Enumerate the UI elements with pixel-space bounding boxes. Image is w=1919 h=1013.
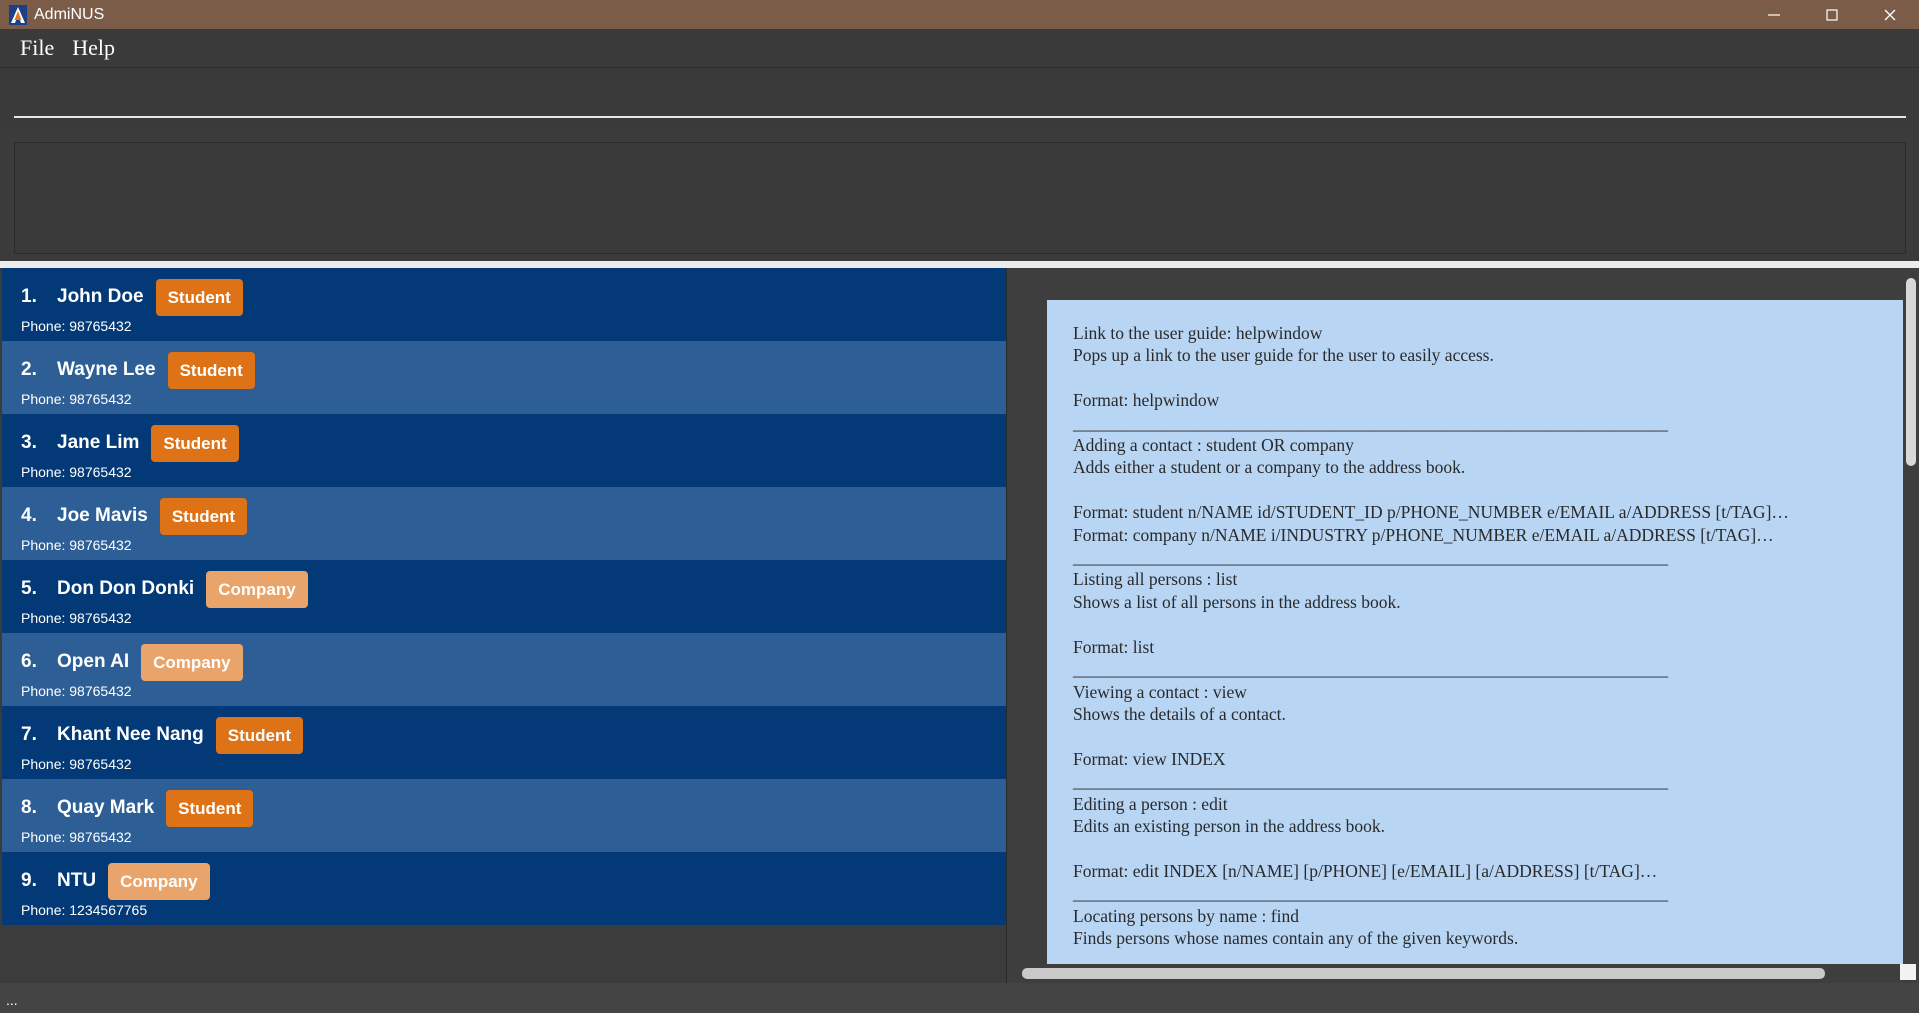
person-phone: Phone: 98765432 [21, 829, 132, 845]
horizontal-scrollbar[interactable] [1022, 968, 1825, 979]
person-index: 4. [21, 505, 37, 526]
minimize-icon [1768, 13, 1780, 16]
person-tag: Company [141, 643, 243, 681]
panel-divider [0, 261, 1919, 268]
person-tag: Student [151, 424, 239, 462]
person-phone: Phone: 98765432 [21, 537, 132, 553]
person-card[interactable]: 2. Wayne Lee Student Phone: 98765432 [2, 341, 1006, 414]
person-name: Wayne Lee [57, 359, 156, 380]
menu-file[interactable]: File [20, 35, 54, 61]
person-tag: Student [166, 789, 254, 827]
person-name: NTU [57, 870, 97, 891]
app-logo-icon [9, 4, 27, 25]
close-button[interactable] [1861, 0, 1919, 29]
person-index: 3. [21, 432, 37, 453]
person-card[interactable]: 8. Quay Mark Student Phone: 98765432 [2, 779, 1006, 852]
minimize-button[interactable] [1745, 0, 1803, 29]
maximize-button[interactable] [1803, 0, 1861, 29]
command-input[interactable] [14, 78, 1906, 118]
maximize-icon [1826, 8, 1838, 21]
scroll-corner [1900, 964, 1916, 980]
help-content[interactable]: Link to the user guide: helpwindow Pops … [1047, 300, 1903, 964]
person-phone: Phone: 98765432 [21, 683, 132, 699]
person-phone: Phone: 98765432 [21, 610, 132, 626]
person-name: John Doe [57, 286, 144, 307]
menu-bar: File Help [0, 29, 1919, 67]
vertical-scrollbar[interactable] [1906, 278, 1916, 466]
person-index: 6. [21, 651, 37, 672]
person-card[interactable]: 9. NTU Company Phone: 1234567765 [2, 852, 1006, 925]
status-bar: ... [0, 983, 1919, 1013]
result-display[interactable] [14, 142, 1906, 254]
person-name: Open AI [57, 651, 130, 672]
person-name: Joe Mavis [57, 505, 148, 526]
person-card[interactable]: 4. Joe Mavis Student Phone: 98765432 [2, 487, 1006, 560]
person-index: 8. [21, 797, 37, 818]
command-box [0, 67, 1919, 130]
person-phone: Phone: 98765432 [21, 756, 132, 772]
title-bar: AdmiNUS [0, 0, 1919, 29]
person-card[interactable]: 7. Khant Nee Nang Student Phone: 98765432 [2, 706, 1006, 779]
person-phone: Phone: 98765432 [21, 318, 132, 334]
person-card[interactable]: 3. Jane Lim Student Phone: 98765432 [2, 414, 1006, 487]
person-tag: Company [108, 862, 210, 900]
person-card[interactable]: 5. Don Don Donki Company Phone: 98765432 [2, 560, 1006, 633]
person-name: Jane Lim [57, 432, 140, 453]
help-text: Link to the user guide: helpwindow Pops … [1073, 323, 1789, 948]
person-index: 9. [21, 870, 37, 891]
person-name: Quay Mark [57, 797, 155, 818]
status-text: ... [6, 992, 18, 1008]
person-tag: Company [206, 570, 308, 608]
window-title: AdmiNUS [34, 5, 105, 23]
person-tag: Student [159, 497, 248, 535]
person-name: Don Don Donki [57, 578, 195, 599]
person-card[interactable]: 6. Open AI Company Phone: 98765432 [2, 633, 1006, 706]
menu-help[interactable]: Help [72, 35, 115, 61]
close-icon [1884, 9, 1896, 20]
person-phone: Phone: 1234567765 [21, 902, 148, 918]
person-phone: Phone: 98765432 [21, 464, 132, 480]
person-index: 1. [21, 286, 37, 307]
help-panel: Link to the user guide: helpwindow Pops … [1006, 268, 1919, 983]
person-index: 2. [21, 359, 37, 380]
person-card[interactable]: 1. John Doe Student Phone: 98765432 [2, 268, 1006, 341]
person-tag: Student [167, 351, 255, 389]
person-name: Khant Nee Nang [57, 724, 204, 745]
person-index: 5. [21, 578, 37, 599]
person-tag: Student [215, 716, 304, 754]
person-phone: Phone: 98765432 [21, 391, 132, 407]
person-index: 7. [21, 724, 37, 745]
person-tag: Student [155, 278, 243, 316]
person-list[interactable]: 1. John Doe Student Phone: 98765432 2. Wayne … [2, 268, 1006, 983]
